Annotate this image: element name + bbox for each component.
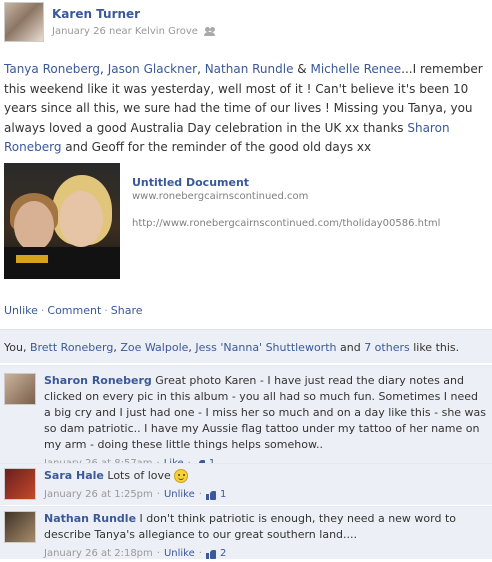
feed-story: Karen Turner January 26 near Kelvin Grov… <box>0 0 492 559</box>
separator: , <box>100 62 108 76</box>
attachment-photo[interactable] <box>4 163 120 279</box>
thumbs-up-icon[interactable] <box>205 490 216 500</box>
tag-link[interactable]: Nathan Rundle <box>205 62 294 76</box>
separator: · <box>156 548 160 559</box>
commenter-name-link[interactable]: Sara Hale <box>44 469 104 482</box>
tag-link[interactable]: Tanya Roneberg <box>4 62 100 76</box>
tag-link[interactable]: Michelle Renee <box>310 62 401 76</box>
thumbs-up-icon[interactable] <box>205 549 216 559</box>
separator: , <box>197 62 205 76</box>
commenter-name-link[interactable]: Sharon Roneberg <box>44 374 152 387</box>
post-message: Tanya Roneberg, Jason Glackner, Nathan R… <box>4 60 488 158</box>
comment-link[interactable]: Comment <box>47 304 101 317</box>
share-link[interactable]: Share <box>111 304 143 317</box>
smiley-icon <box>174 469 189 483</box>
comment-meta: January 26 at 1:25pm · Unlike · 1 <box>44 487 488 503</box>
comment-text: Lots of love <box>107 469 171 482</box>
friends-icon[interactable] <box>203 27 216 36</box>
liker-link[interactable]: Zoe Walpole <box>120 341 188 354</box>
separator: · <box>198 548 202 559</box>
likes-summary: You, Brett Roneberg, Zoe Walpole, Jess '… <box>0 329 492 363</box>
comment-time[interactable]: January 26 at 1:25pm <box>44 487 153 503</box>
comment-time[interactable]: January 26 at 2:18pm <box>44 546 153 562</box>
comment-item: Sara Hale Lots of love January 26 at 1:2… <box>0 463 492 505</box>
comment-unlike-link[interactable]: Unlike <box>164 546 195 562</box>
comment-unlike-link[interactable]: Unlike <box>164 487 195 503</box>
comment-body: Sara Hale Lots of love January 26 at 1:2… <box>44 468 488 503</box>
comment-body: Nathan Rundle I don't think patriotic is… <box>44 511 488 562</box>
post-actions: Unlike · Comment · Share <box>4 304 143 317</box>
separator: & <box>293 62 311 76</box>
message-text: and Geoff for the reminder of the good o… <box>61 140 372 154</box>
comment-meta: January 26 at 2:18pm · Unlike · 2 <box>44 546 488 562</box>
comment-like-count[interactable]: 2 <box>220 546 226 562</box>
separator: · <box>40 304 45 317</box>
separator: and <box>336 341 365 354</box>
comment-like-count[interactable]: 1 <box>220 487 226 503</box>
separator: · <box>156 489 160 500</box>
commenter-avatar[interactable] <box>4 511 36 543</box>
attachment-title-link[interactable]: Untitled Document <box>132 176 249 189</box>
author-name-link[interactable]: Karen Turner <box>52 7 140 21</box>
liker-link[interactable]: Brett Roneberg <box>30 341 113 354</box>
comment-item: Nathan Rundle I don't think patriotic is… <box>0 506 492 559</box>
post-meta: January 26 near Kelvin Grove <box>52 26 216 37</box>
likes-suffix: like this. <box>409 341 460 354</box>
link-attachment: Untitled Document www.ronebergcairnscont… <box>4 163 488 283</box>
attachment-url: http://www.ronebergcairnscontinued.com/t… <box>132 218 441 229</box>
likes-prefix: You, <box>4 341 30 354</box>
commenter-name-link[interactable]: Nathan Rundle <box>44 512 136 525</box>
commenter-avatar[interactable] <box>4 373 36 405</box>
comment-body: Sharon Roneberg Great photo Karen - I ha… <box>44 373 488 472</box>
commenter-avatar[interactable] <box>4 468 36 500</box>
post-date-location[interactable]: January 26 near Kelvin Grove <box>52 26 198 37</box>
author-avatar[interactable] <box>4 2 44 42</box>
others-link[interactable]: 7 others <box>364 341 410 354</box>
separator: · <box>104 304 108 317</box>
attachment-domain: www.ronebergcairnscontinued.com <box>132 191 309 202</box>
separator: · <box>198 489 202 500</box>
comment-item: Sharon Roneberg Great photo Karen - I ha… <box>0 365 492 469</box>
tag-link[interactable]: Jason Glackner <box>108 62 197 76</box>
liker-link[interactable]: Jess 'Nanna' Shuttleworth <box>195 341 336 354</box>
unlike-link[interactable]: Unlike <box>4 304 38 317</box>
